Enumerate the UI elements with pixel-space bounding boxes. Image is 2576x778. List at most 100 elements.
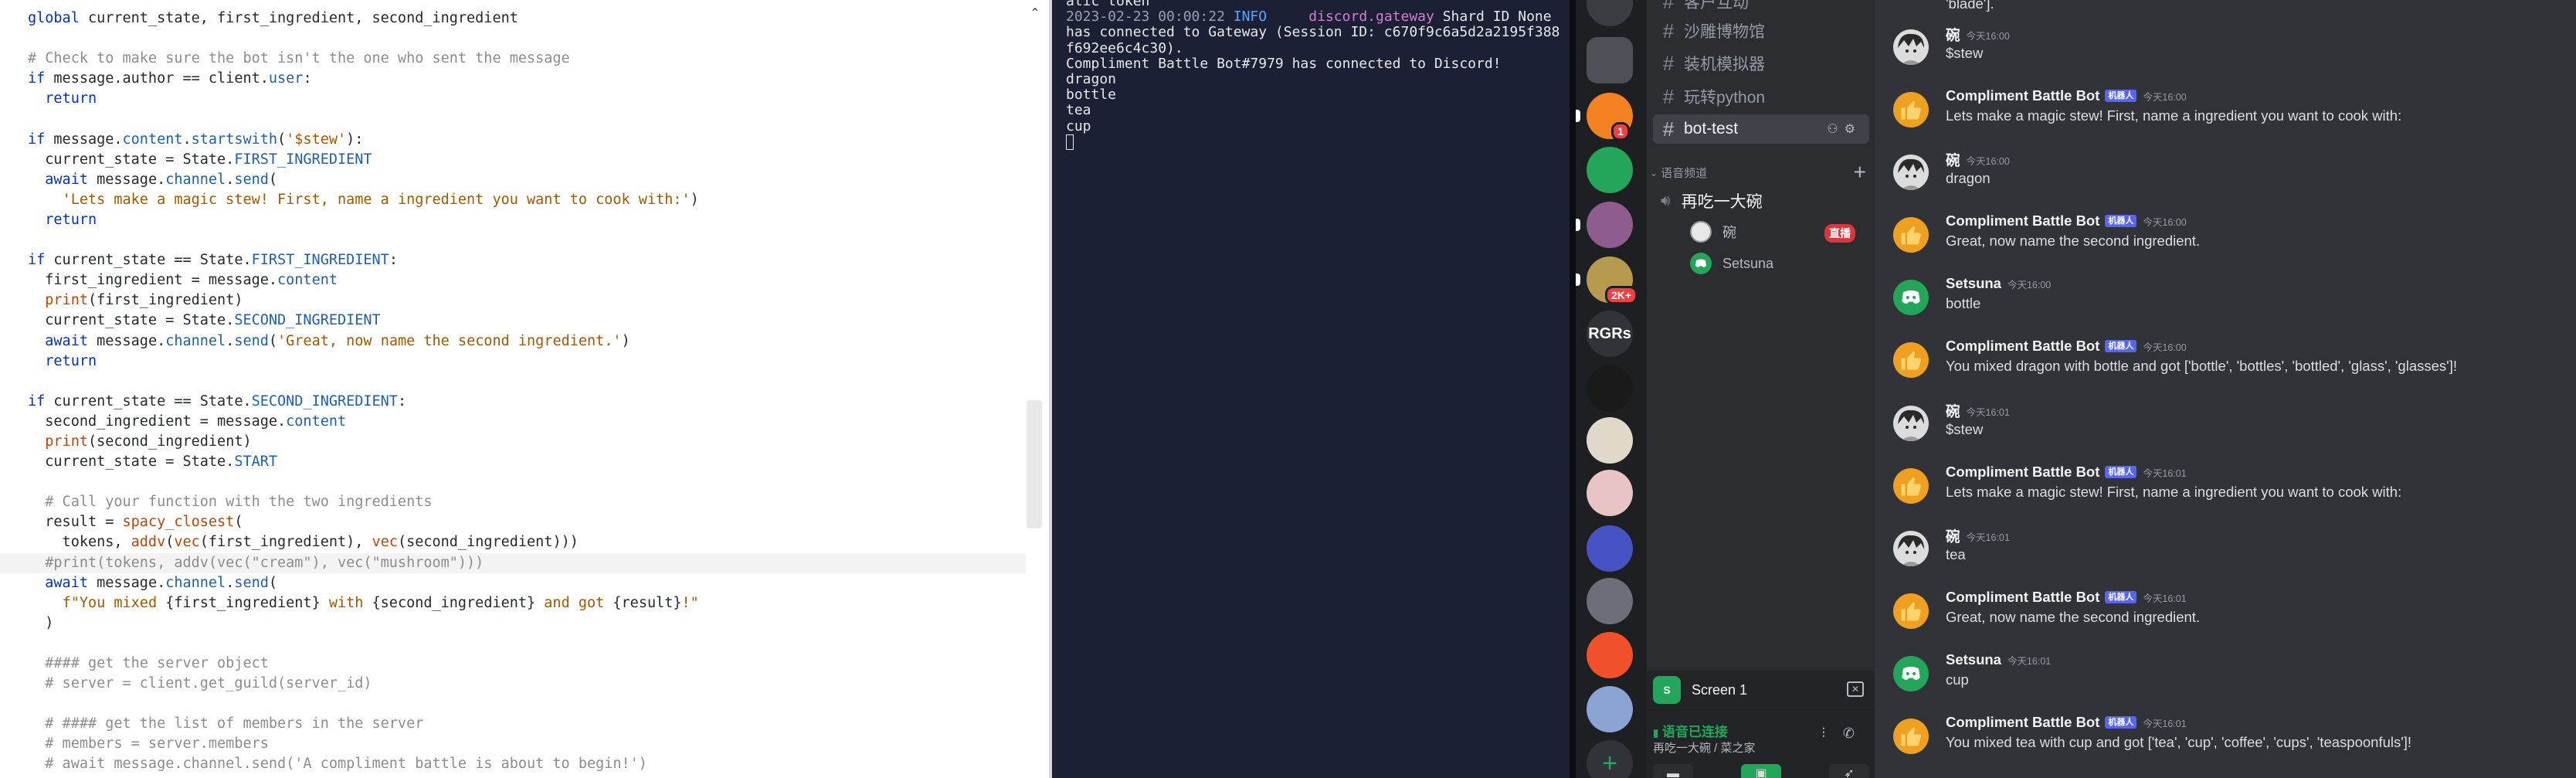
code-line[interactable]: current_state = State.SECOND_INGREDIENT (28, 311, 1026, 331)
code-line[interactable]: second_ingredient = message.content (28, 412, 1026, 432)
code-line[interactable]: #print(tokens, addv(vec("cream"), vec("m… (0, 552, 1026, 573)
code-line[interactable]: f"You mixed {first_ingredient} with {sec… (28, 593, 1026, 613)
message-author[interactable]: Compliment Battle Bot (1946, 589, 2099, 606)
code-line[interactable]: global current_state, first_ingredient, … (28, 8, 1026, 29)
channel-bot-test[interactable]: # bot-test ⚇⚙ (1653, 114, 1869, 144)
server-icon[interactable] (1587, 470, 1633, 516)
code-line[interactable] (28, 694, 1026, 714)
message-author[interactable]: Compliment Battle Bot (1946, 338, 2099, 355)
screen-share-button[interactable]: ▣ (1741, 764, 1781, 778)
code-line[interactable]: if current_state == State.FIRST_INGREDIE… (28, 250, 1026, 270)
chevron-up-icon[interactable]: ⌃ (1028, 6, 1042, 20)
channel-item[interactable]: # 客户互动 (1653, 0, 1869, 16)
server-icon[interactable] (1587, 578, 1633, 624)
voice-channel[interactable]: 🔊︎ 再吃一大碗 (1661, 189, 1763, 212)
message-author[interactable]: 碗 (1946, 526, 1960, 546)
user-avatar-icon[interactable] (1893, 531, 1929, 566)
stream-panel[interactable]: S Screen 1 ✕ (1647, 671, 1875, 709)
discord-avatar-icon[interactable] (1893, 280, 1929, 315)
channel-settings-icon[interactable]: ⚇⚙ (1827, 121, 1862, 137)
disconnect-icon[interactable]: ✆ (1843, 725, 1855, 742)
server-icon[interactable] (1587, 37, 1633, 83)
code-line[interactable] (28, 372, 1026, 392)
code-line[interactable]: return (28, 352, 1026, 372)
thumbs-up-avatar-icon[interactable] (1893, 92, 1929, 127)
thumbs-up-avatar-icon[interactable] (1893, 468, 1929, 504)
message-author[interactable]: Setsuna (1946, 275, 2001, 292)
code-line[interactable]: # members = server.members (28, 734, 1026, 754)
code-line[interactable]: # Check to make sure the bot isn't the o… (28, 49, 1026, 69)
code-line[interactable] (28, 230, 1026, 250)
message-author[interactable]: Compliment Battle Bot (1946, 714, 2099, 731)
server-icon[interactable] (1587, 0, 1633, 26)
discord-avatar-icon[interactable] (1893, 656, 1929, 691)
noise-suppression-icon[interactable]: ⫶ (1822, 725, 1826, 742)
voice-user-setsuna[interactable]: Setsuna (1690, 253, 1773, 274)
code-lines[interactable]: global current_state, first_ingredient, … (0, 8, 1026, 775)
server-icon[interactable] (1587, 202, 1633, 248)
thumbs-up-avatar-icon[interactable] (1893, 342, 1929, 378)
server-icon[interactable] (1587, 632, 1633, 678)
code-line[interactable]: if message.author == client.user: (28, 69, 1026, 89)
code-line[interactable]: ) (28, 613, 1026, 634)
message-author[interactable]: Compliment Battle Bot (1946, 212, 2099, 229)
code-line[interactable] (28, 634, 1026, 654)
code-editor[interactable]: global current_state, first_ingredient, … (0, 0, 1049, 778)
user-avatar-icon[interactable] (1893, 29, 1929, 65)
message-author[interactable]: Compliment Battle Bot (1946, 464, 2099, 481)
channel-item[interactable]: # 沙雕博物馆 (1653, 16, 1869, 46)
voice-category-header[interactable]: ⌄ 语音频道 + (1650, 160, 1866, 184)
thumbs-up-avatar-icon[interactable] (1893, 217, 1929, 253)
code-line[interactable]: await message.channel.send( (28, 170, 1026, 190)
camera-button[interactable]: ▬ (1653, 764, 1693, 778)
code-line[interactable]: current_state = State.START (28, 452, 1026, 472)
server-icon[interactable] (1587, 365, 1633, 412)
user-avatar-icon[interactable] (1893, 155, 1929, 190)
activity-button[interactable]: ➶ (1829, 764, 1869, 778)
terminal-panel[interactable]: atic token 2023-02-23 00:00:22 INFO disc… (1052, 0, 1570, 778)
code-line[interactable]: if message.content.startswith('$stew'): (28, 130, 1026, 150)
code-line[interactable]: 'Lets make a magic stew! First, name a i… (28, 190, 1026, 210)
stop-stream-icon[interactable]: ✕ (1847, 681, 1864, 697)
editor-scrollbar[interactable] (1027, 400, 1042, 528)
code-line[interactable]: tokens, addv(vec(first_ingredient), vec(… (28, 532, 1026, 552)
code-line[interactable]: print(first_ingredient) (28, 290, 1026, 311)
server-icon[interactable] (1587, 686, 1633, 732)
server-icon[interactable]: RGRs (1587, 311, 1633, 357)
server-icon[interactable] (1587, 525, 1633, 572)
code-line[interactable]: # await message.channel.send('A complime… (28, 754, 1026, 774)
message-author[interactable]: Compliment Battle Bot (1946, 87, 2099, 104)
code-line[interactable]: # server = client.get_guild(server_id) (28, 674, 1026, 694)
voice-user-wan[interactable]: 碗 (1690, 221, 1736, 243)
code-line[interactable]: current_state = State.FIRST_INGREDIENT (28, 150, 1026, 170)
code-line[interactable] (28, 29, 1026, 49)
add-channel-icon[interactable]: + (1854, 160, 1866, 185)
code-line[interactable]: if current_state == State.SECOND_INGREDI… (28, 392, 1026, 412)
code-line[interactable]: # Call your function with the two ingred… (28, 492, 1026, 512)
code-line[interactable]: return (28, 210, 1026, 230)
thumbs-up-avatar-icon[interactable] (1893, 719, 1929, 754)
chat-panel[interactable]: 'blade']. 碗今天16:00 $stew Compliment Battle… (1875, 0, 2576, 778)
channel-item[interactable]: # 玩转python (1653, 82, 1869, 111)
message-author[interactable]: 碗 (1946, 25, 1960, 45)
code-line[interactable]: #### get the server object (28, 654, 1026, 674)
code-line[interactable] (28, 109, 1026, 129)
code-line[interactable]: print(second_ingredient) (28, 432, 1026, 452)
terminal-prompt[interactable] (1066, 134, 1564, 151)
code-line[interactable]: # #### get the list of members in the se… (28, 714, 1026, 734)
message-author[interactable]: 碗 (1946, 150, 1960, 170)
code-line[interactable]: return (28, 89, 1026, 109)
code-line[interactable]: result = spacy_closest( (28, 512, 1026, 532)
server-icon[interactable] (1587, 417, 1633, 464)
code-line[interactable]: await message.channel.send('Great, now n… (28, 331, 1026, 352)
channel-item[interactable]: # 装机模拟器 (1653, 49, 1869, 78)
user-avatar-icon[interactable] (1893, 406, 1929, 441)
message-author[interactable]: 碗 (1946, 401, 1960, 421)
thumbs-up-avatar-icon[interactable] (1893, 593, 1929, 629)
code-line[interactable]: first_ingredient = message.content (28, 270, 1026, 290)
window-divider[interactable] (1570, 0, 1576, 778)
add-server-button[interactable]: + (1587, 740, 1633, 778)
message-author[interactable]: Setsuna (1946, 651, 2001, 668)
server-icon[interactable] (1587, 147, 1633, 193)
code-line[interactable] (28, 472, 1026, 492)
